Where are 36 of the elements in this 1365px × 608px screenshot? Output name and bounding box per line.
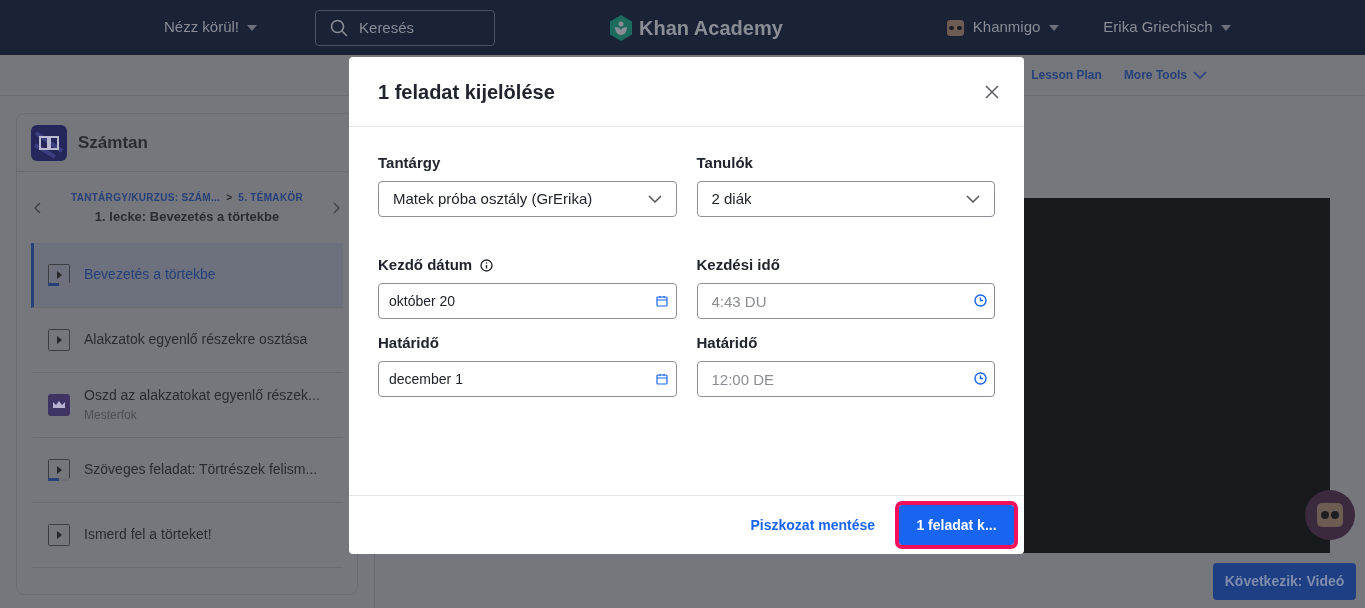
lesson-item[interactable]: Ismerd fel a törteket!	[31, 502, 343, 568]
item-title: Bevezetés a törtekbe	[84, 265, 216, 284]
field-label: Tantárgy	[378, 152, 441, 173]
breadcrumb-separator: >	[226, 191, 233, 205]
explore-menu[interactable]: Nézz körül!	[164, 16, 258, 39]
select-field[interactable]: Matek próba osztály (GrErika)	[378, 181, 677, 217]
item-title: Szöveges feladat: Törtrészek felism...	[84, 460, 318, 479]
lesson-item[interactable]: Bevezetés a törtekbe	[31, 242, 343, 308]
date-field[interactable]: december 1	[378, 361, 677, 397]
breadcrumb-link[interactable]: TANTÁRGY/KURZUS: SZÁM...	[70, 190, 221, 205]
toolbar-link[interactable]: More Tools	[1123, 66, 1207, 84]
field-label: Határidő	[378, 332, 439, 353]
field-label: Kezdő dátum	[378, 254, 473, 275]
user-menu[interactable]: Erika Griechisch	[1103, 16, 1231, 39]
course-title: Számtan	[78, 131, 148, 154]
dialog-title: 1 feladat kijelölése	[378, 79, 555, 105]
field-label: Kezdési idő	[696, 254, 780, 275]
logo-text: Khan Academy	[639, 15, 783, 41]
search-field[interactable]: Keresés	[315, 9, 496, 46]
time-field[interactable]: 4:43 DU	[696, 283, 995, 319]
item-title: Ismerd fel a törteket!	[84, 525, 212, 544]
lesson-title: 1. lecke: Bevezetés a törtekbe	[94, 208, 280, 226]
next-button[interactable]: Következik: Videó	[1213, 563, 1356, 600]
khanmigo-menu[interactable]: Khanmigo	[946, 16, 1060, 39]
lesson-item[interactable]: Szöveges feladat: Törtrészek felism...	[31, 437, 343, 503]
breadcrumb-link[interactable]: 5. TÉMAKÖR	[238, 190, 303, 205]
item-title: Oszd az alakzatokat egyenlő részek...	[84, 386, 320, 405]
field-label: Határidő	[696, 332, 758, 353]
save-draft-link[interactable]: Piszkozat mentése	[750, 514, 875, 536]
lesson-item[interactable]: Alakzatok egyenlő részekre osztása	[31, 307, 343, 373]
field-label: Tanulók	[696, 152, 753, 173]
item-title: Alakzatok egyenlő részekre osztása	[84, 330, 308, 349]
select-field[interactable]: 2 diák	[696, 181, 995, 217]
date-field[interactable]: október 20	[378, 283, 677, 319]
toolbar-link[interactable]: Lesson Plan	[1031, 66, 1102, 84]
time-field[interactable]: 12:00 DE	[696, 361, 995, 397]
